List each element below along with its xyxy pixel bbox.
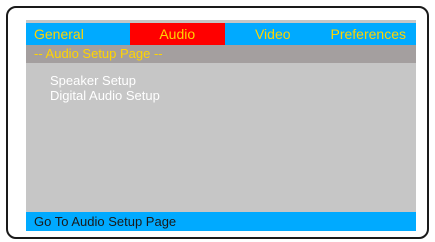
tab-video[interactable]: Video [225, 23, 321, 45]
page-title: -- Audio Setup Page -- [26, 45, 416, 63]
osd-screen: General Audio Video Preferences -- Audio… [26, 20, 416, 231]
status-bar: Go To Audio Setup Page [26, 212, 416, 231]
tab-bar: General Audio Video Preferences [26, 23, 416, 45]
tab-preferences[interactable]: Preferences [320, 23, 416, 45]
setup-menu: Speaker Setup Digital Audio Setup [50, 73, 160, 103]
tab-audio[interactable]: Audio [129, 23, 225, 45]
tab-general[interactable]: General [26, 23, 130, 45]
menu-item-speaker-setup[interactable]: Speaker Setup [50, 73, 160, 88]
menu-item-digital-audio-setup[interactable]: Digital Audio Setup [50, 88, 160, 103]
